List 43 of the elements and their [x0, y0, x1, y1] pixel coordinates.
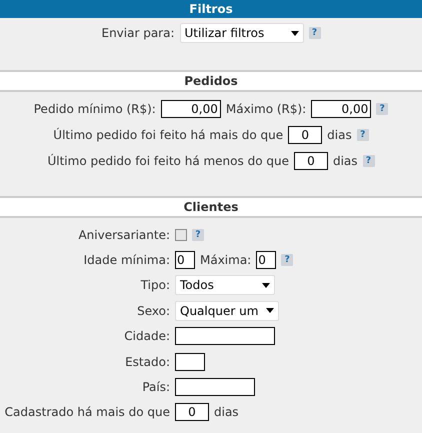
- input-field[interactable]: 0,00: [311, 100, 372, 118]
- field-label: Cidade:: [123, 328, 170, 346]
- field-label: Aniversariante:: [77, 226, 170, 244]
- help-button[interactable]: ?: [281, 254, 294, 266]
- field-label: Último pedido foi feito há menos do que: [47, 154, 289, 168]
- input-field[interactable]: 0: [288, 126, 322, 144]
- dropdown[interactable]: Qualquer um: [175, 300, 280, 321]
- field-label: Estado:: [124, 354, 170, 371]
- input-field[interactable]: [175, 352, 205, 371]
- field-label: Idade mínima:: [82, 252, 170, 270]
- section-title: Clientes: [0, 196, 422, 218]
- field-label: dias: [214, 405, 239, 420]
- input-field[interactable]: 0: [175, 251, 195, 270]
- field-label: dias: [327, 128, 352, 142]
- field-label: País:: [141, 379, 170, 396]
- help-button[interactable]: ?: [192, 228, 204, 241]
- field-label: Último pedido foi feito há mais do que: [53, 128, 284, 142]
- help-button[interactable]: ?: [362, 155, 375, 167]
- dropdown[interactable]: Utilizar filtros: [180, 23, 304, 43]
- field-label: Sexo:: [136, 302, 170, 320]
- help-button[interactable]: ?: [356, 129, 369, 141]
- caret-icon: [266, 308, 274, 314]
- help-button[interactable]: ?: [308, 27, 321, 39]
- input-field[interactable]: 0: [294, 152, 328, 170]
- input-field[interactable]: [175, 378, 255, 396]
- input-field[interactable]: 0: [175, 403, 209, 422]
- field-label: Pedido mínimo (R$):: [34, 102, 156, 116]
- panel-title: Filtros: [0, 0, 422, 18]
- caret-icon: [262, 282, 270, 288]
- checkbox[interactable]: [175, 228, 187, 241]
- field-label: Máxima:: [200, 253, 252, 268]
- field-label: Cadastrado há mais do que: [4, 404, 170, 422]
- help-button[interactable]: ?: [376, 103, 388, 115]
- field-label: Máximo (R$):: [226, 102, 306, 116]
- section-title: Pedidos: [0, 70, 422, 92]
- input-field[interactable]: [175, 327, 275, 346]
- field-label: dias: [332, 154, 358, 168]
- input-field[interactable]: 0: [256, 251, 276, 270]
- input-field[interactable]: 0,00: [160, 100, 221, 118]
- field-label: Enviar para:: [101, 26, 175, 40]
- field-label: Tipo:: [140, 277, 170, 294]
- caret-icon: [290, 30, 299, 36]
- dropdown[interactable]: Todos: [175, 275, 275, 296]
